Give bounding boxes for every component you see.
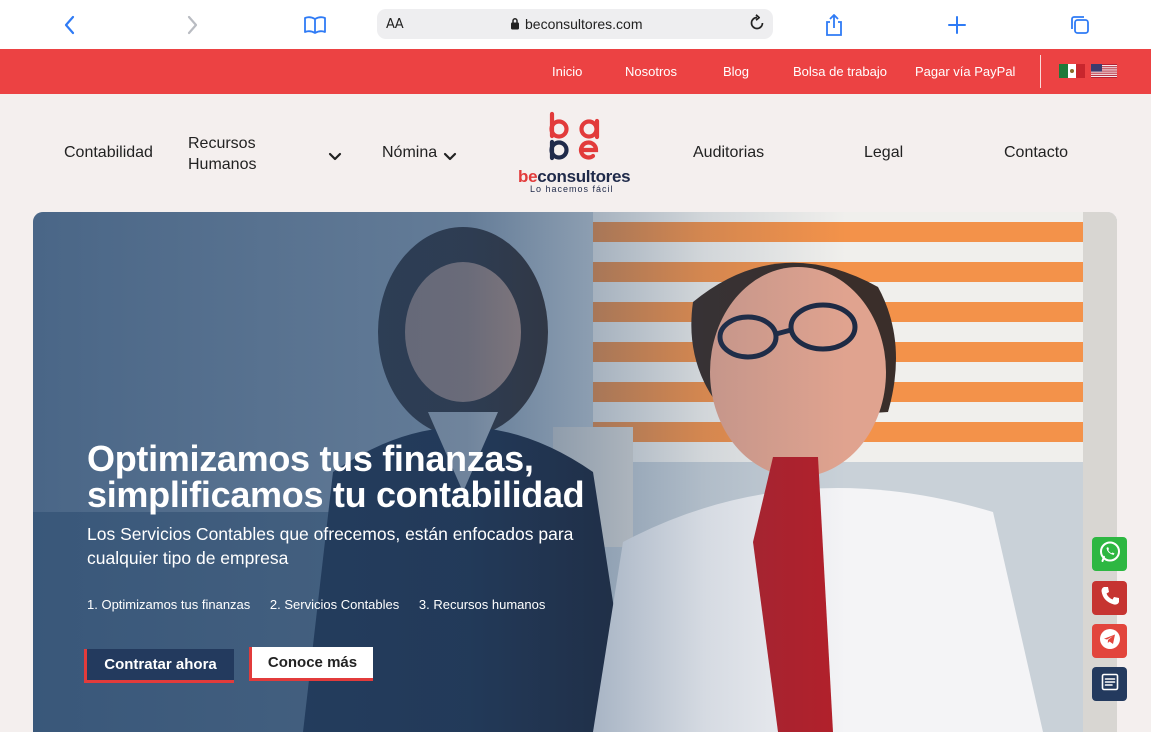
phone-icon	[1099, 585, 1121, 612]
usa-flag-icon[interactable]	[1091, 64, 1117, 78]
telegram-icon	[1098, 627, 1122, 656]
whatsapp-icon	[1098, 540, 1122, 569]
telegram-button[interactable]	[1092, 624, 1127, 658]
browser-toolbar: AA beconsultores.com	[0, 0, 1151, 49]
lock-icon	[510, 17, 520, 35]
nav-recursos-humanos[interactable]: Recursos Humanos	[188, 133, 278, 175]
topbar-link-blog[interactable]: Blog	[723, 64, 749, 79]
conoce-mas-button[interactable]: Conoce más	[249, 647, 373, 681]
hero-subtitle: Los Servicios Contables que ofrecemos, e…	[87, 524, 574, 568]
tabs-overview-icon[interactable]	[1067, 12, 1093, 38]
form-button[interactable]	[1092, 667, 1127, 701]
back-icon[interactable]	[57, 12, 83, 38]
url-text: beconsultores.com	[525, 16, 643, 32]
logo-mark-icon	[549, 111, 600, 161]
forward-icon[interactable]	[179, 12, 205, 38]
bookmarks-icon[interactable]	[302, 12, 328, 38]
reload-icon[interactable]	[747, 13, 767, 38]
hero-step: 1. Optimizamos tus finanzas	[87, 597, 251, 612]
hero-step: 3. Recursos humanos	[418, 597, 546, 612]
chevron-down-icon[interactable]	[443, 148, 457, 166]
nav-contacto[interactable]: Contacto	[1004, 144, 1068, 162]
mexico-flag-icon[interactable]	[1059, 64, 1085, 78]
nav-auditorias[interactable]: Auditorias	[693, 144, 764, 162]
nav-legal[interactable]: Legal	[864, 144, 903, 162]
hero-step: 2. Servicios Contables	[269, 597, 400, 612]
chevron-down-icon[interactable]	[328, 148, 342, 166]
new-tab-icon[interactable]	[944, 12, 970, 38]
share-icon[interactable]	[821, 12, 847, 38]
whatsapp-button[interactable]	[1092, 537, 1127, 571]
brand-logo[interactable]: beconsultores Lo hacemos fácil	[512, 110, 638, 196]
phone-button[interactable]	[1092, 581, 1127, 615]
hero-banner: Optimizamos tus finanzas, simplificamos …	[33, 212, 1117, 732]
nav-nomina[interactable]: Nómina	[382, 144, 437, 162]
hero-steps: 1. Optimizamos tus finanzas 2. Servicios…	[87, 597, 561, 612]
contratar-ahora-button[interactable]: Contratar ahora	[84, 649, 234, 683]
hero-title: Optimizamos tus finanzas, simplificamos …	[87, 438, 585, 515]
topbar-link-inicio[interactable]: Inicio	[552, 64, 582, 79]
logo-tagline: Lo hacemos fácil	[530, 184, 614, 194]
main-navigation: Contabilidad Recursos Humanos Nómina bec…	[0, 94, 1151, 212]
topbar-link-paypal[interactable]: Pagar vía PayPal	[915, 64, 1015, 79]
topbar-link-nosotros[interactable]: Nosotros	[625, 64, 677, 79]
topbar-link-bolsa-de-trabajo[interactable]: Bolsa de trabajo	[793, 64, 887, 79]
top-links-bar: Inicio Nosotros Blog Bolsa de trabajo Pa…	[0, 49, 1151, 94]
nav-contabilidad[interactable]: Contabilidad	[64, 144, 153, 162]
text-size-button[interactable]: AA	[386, 17, 404, 32]
address-bar[interactable]: AA beconsultores.com	[377, 9, 773, 39]
form-icon	[1100, 672, 1120, 697]
topbar-divider	[1040, 55, 1041, 88]
